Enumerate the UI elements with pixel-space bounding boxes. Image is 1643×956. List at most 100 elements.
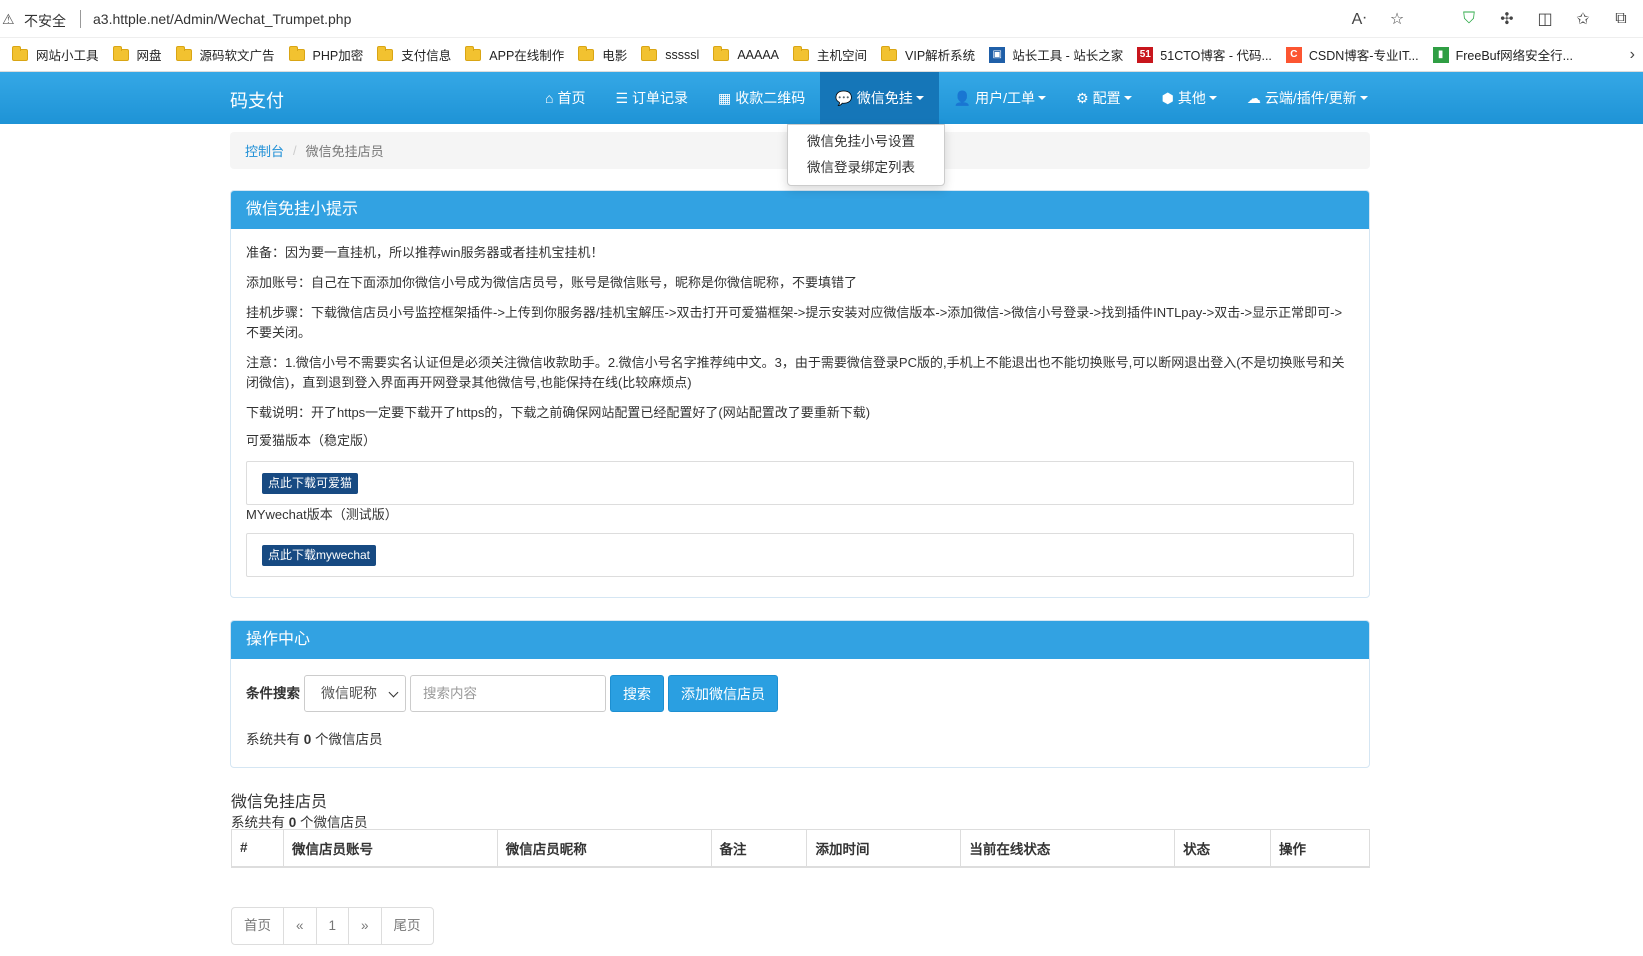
ops-count-prefix: 系统共有 — [246, 732, 304, 747]
bookmark-item[interactable]: 网盘 — [112, 45, 162, 64]
bookmark-label: 站长工具 - 站长之家 — [1012, 49, 1124, 63]
nav-item-0[interactable]: ⌂ 首页 — [530, 72, 600, 124]
nav-item-label: 配置 — [1092, 90, 1121, 106]
bookmark-label: 网站小工具 — [36, 49, 99, 63]
page-next[interactable]: » — [348, 907, 382, 945]
tips-panel: 微信免挂小提示 准备：因为要一直挂机，所以推荐win服务器或者挂机宝挂机！ 添加… — [230, 190, 1370, 598]
breadcrumb-home-link[interactable]: 控制台 — [245, 141, 284, 160]
csdn-icon: C — [1285, 46, 1302, 63]
bookmark-item[interactable]: sssssl — [641, 45, 700, 62]
51cto-icon: 51 — [1137, 46, 1154, 63]
col-remark: 备注 — [710, 829, 808, 868]
bookmark-item[interactable]: ▮ FreeBuf网络安全行... — [1432, 45, 1574, 64]
nav-item-6[interactable]: ⬢ 其他 — [1147, 72, 1232, 124]
operations-panel-title: 操作中心 — [231, 621, 1369, 659]
nav-item-4[interactable]: 👤 用户/工单 — [939, 72, 1061, 124]
version1-label: 可爱猫版本（稳定版） — [246, 433, 377, 448]
split-screen-icon[interactable]: ◫ — [1533, 7, 1557, 31]
read-aloud-icon[interactable]: Aᐧ — [1347, 7, 1371, 31]
nav-item-label: 云端/插件/更新 — [1264, 90, 1357, 106]
bookmark-item[interactable]: 源码软文广告 — [175, 45, 275, 64]
nav-item-3[interactable]: 💬 微信免挂 — [820, 72, 939, 124]
warning-icon[interactable]: ⚠ — [2, 11, 18, 27]
browser-toolbar-icons: Aᐧ ☆ ⛉ ✣ ◫ ✩ ⧉ — [1347, 6, 1633, 32]
gear-icon: ⚙ — [1076, 89, 1089, 106]
folder-icon — [578, 45, 595, 61]
qrcode-icon: ▦ — [718, 89, 732, 106]
bookmark-item[interactable]: 网站小工具 — [12, 45, 99, 64]
bookmarks-bar: 网站小工具 网盘 源码软文广告 PHP加密 支付信息 APP在线制作 电影 sssssl AAA… — [0, 38, 1643, 72]
collections-icon[interactable]: ⧉ — [1609, 7, 1633, 31]
bookmark-label: APP在线制作 — [489, 49, 565, 63]
favorites-icon[interactable]: ✩ — [1571, 7, 1595, 31]
nav-item-5[interactable]: ⚙ 配置 — [1061, 72, 1147, 124]
cloud-icon: ☁ — [1246, 89, 1261, 106]
folder-icon — [713, 45, 730, 61]
search-button[interactable]: 搜索 — [610, 675, 664, 712]
search-row: 条件搜索 微信昵称 搜索内容 搜索 添加微信店员 — [246, 675, 1354, 712]
bookmarks-more-icon[interactable]: › — [1630, 46, 1635, 64]
ops-count-suffix: 个微信店员 — [311, 732, 383, 747]
add-clerk-button[interactable]: 添加微信店员 — [668, 675, 778, 712]
bookmark-label: 主机空间 — [817, 49, 868, 63]
shield-icon[interactable]: ⛉ — [1457, 7, 1481, 31]
dropdown-item-login-bind-list[interactable]: 微信登录绑定列表 — [788, 155, 944, 181]
browser-address-bar: ⚠ 不安全 a3.httple.net/Admin/Wechat_Trumpet… — [0, 0, 1643, 38]
nav-item-2[interactable]: ▦ 收款二维码 — [703, 72, 820, 124]
bookmark-label: 支付信息 — [401, 49, 452, 63]
bookmark-item[interactable]: 51 51CTO博客 - 代码... — [1137, 45, 1272, 64]
bookmark-item[interactable]: AAAAA — [713, 45, 779, 62]
version2-well: 点此下载mywechat — [246, 533, 1354, 577]
bookmark-item[interactable]: ▣ 站长工具 - 站长之家 — [989, 45, 1123, 64]
home-icon: ⌂ — [545, 90, 554, 106]
insecure-label[interactable]: 不安全 — [24, 11, 66, 31]
col-online-status: 当前在线状态 — [960, 829, 1176, 868]
bookmark-item[interactable]: C CSDN博客-专业IT... — [1285, 45, 1419, 64]
bookmark-item[interactable]: 电影 — [578, 45, 627, 64]
search-label: 条件搜索 — [246, 685, 300, 701]
brand-title[interactable]: 码支付 — [230, 87, 284, 113]
navbar: 码支付 ⌂ 首页 ☰ 订单记录 ▦ 收款二维码 💬 微信免挂 👤 用户/工单 ⚙ 配置 ⬢ 其他 ☁ 云端/插… — [0, 72, 1643, 124]
address-divider — [80, 10, 81, 28]
page-last[interactable]: 尾页 — [380, 907, 434, 945]
bookmark-label: sssssl — [665, 47, 700, 62]
bookmark-label: FreeBuf网络安全行... — [1455, 49, 1574, 63]
dropdown-item-trumpet-settings[interactable]: 微信免挂小号设置 — [788, 129, 944, 155]
folder-icon — [112, 45, 129, 61]
extensions-icon[interactable]: ✣ — [1495, 7, 1519, 31]
freebuf-icon: ▮ — [1432, 46, 1449, 63]
nav-item-label: 微信免挂 — [856, 90, 913, 106]
wechat-icon: 💬 — [835, 89, 853, 106]
bookmark-label: PHP加密 — [312, 49, 364, 63]
caret-down-icon — [1208, 96, 1217, 100]
bookmark-label: 网盘 — [136, 49, 162, 63]
nav-item-1[interactable]: ☰ 订单记录 — [600, 72, 703, 124]
table-count-suffix: 个微信店员 — [296, 815, 368, 830]
page-prev[interactable]: « — [283, 907, 317, 945]
bookmark-item[interactable]: PHP加密 — [288, 45, 364, 64]
wechat-dropdown-menu: 微信免挂小号设置 微信登录绑定列表 — [787, 124, 945, 186]
list-icon: ☰ — [615, 89, 629, 106]
search-field-select[interactable]: 微信昵称 — [304, 675, 406, 712]
star-icon[interactable]: ☆ — [1385, 7, 1409, 31]
download-mywechat-button[interactable]: 点此下载mywechat — [262, 545, 377, 566]
bookmark-item[interactable]: 主机空间 — [793, 45, 867, 64]
download-keaimao-button[interactable]: 点此下载可爱猫 — [262, 473, 359, 494]
nav-item-7[interactable]: ☁ 云端/插件/更新 — [1232, 72, 1383, 124]
bookmark-item[interactable]: VIP解析系统 — [881, 45, 975, 64]
url-field[interactable]: a3.httple.net/Admin/Wechat_Trumpet.php — [93, 11, 351, 27]
breadcrumb-separator: / — [293, 143, 297, 158]
col-index: # — [231, 829, 284, 868]
operations-panel: 操作中心 条件搜索 微信昵称 搜索内容 搜索 添加微信店员 系统共有 0 个微信… — [230, 620, 1370, 768]
page-1[interactable]: 1 — [315, 907, 350, 945]
ops-count-line: 系统共有 0 个微信店员 — [246, 730, 1354, 750]
pagination: 首页 « 1 » 尾页 — [231, 907, 434, 945]
bookmark-item[interactable]: APP在线制作 — [465, 45, 564, 64]
page-first[interactable]: 首页 — [231, 907, 284, 945]
search-input[interactable]: 搜索内容 — [410, 675, 606, 712]
user-icon: 👤 — [953, 89, 972, 106]
col-add-time: 添加时间 — [806, 829, 962, 868]
bookmark-label: 电影 — [602, 49, 628, 63]
folder-icon — [175, 45, 192, 61]
bookmark-item[interactable]: 支付信息 — [377, 45, 451, 64]
